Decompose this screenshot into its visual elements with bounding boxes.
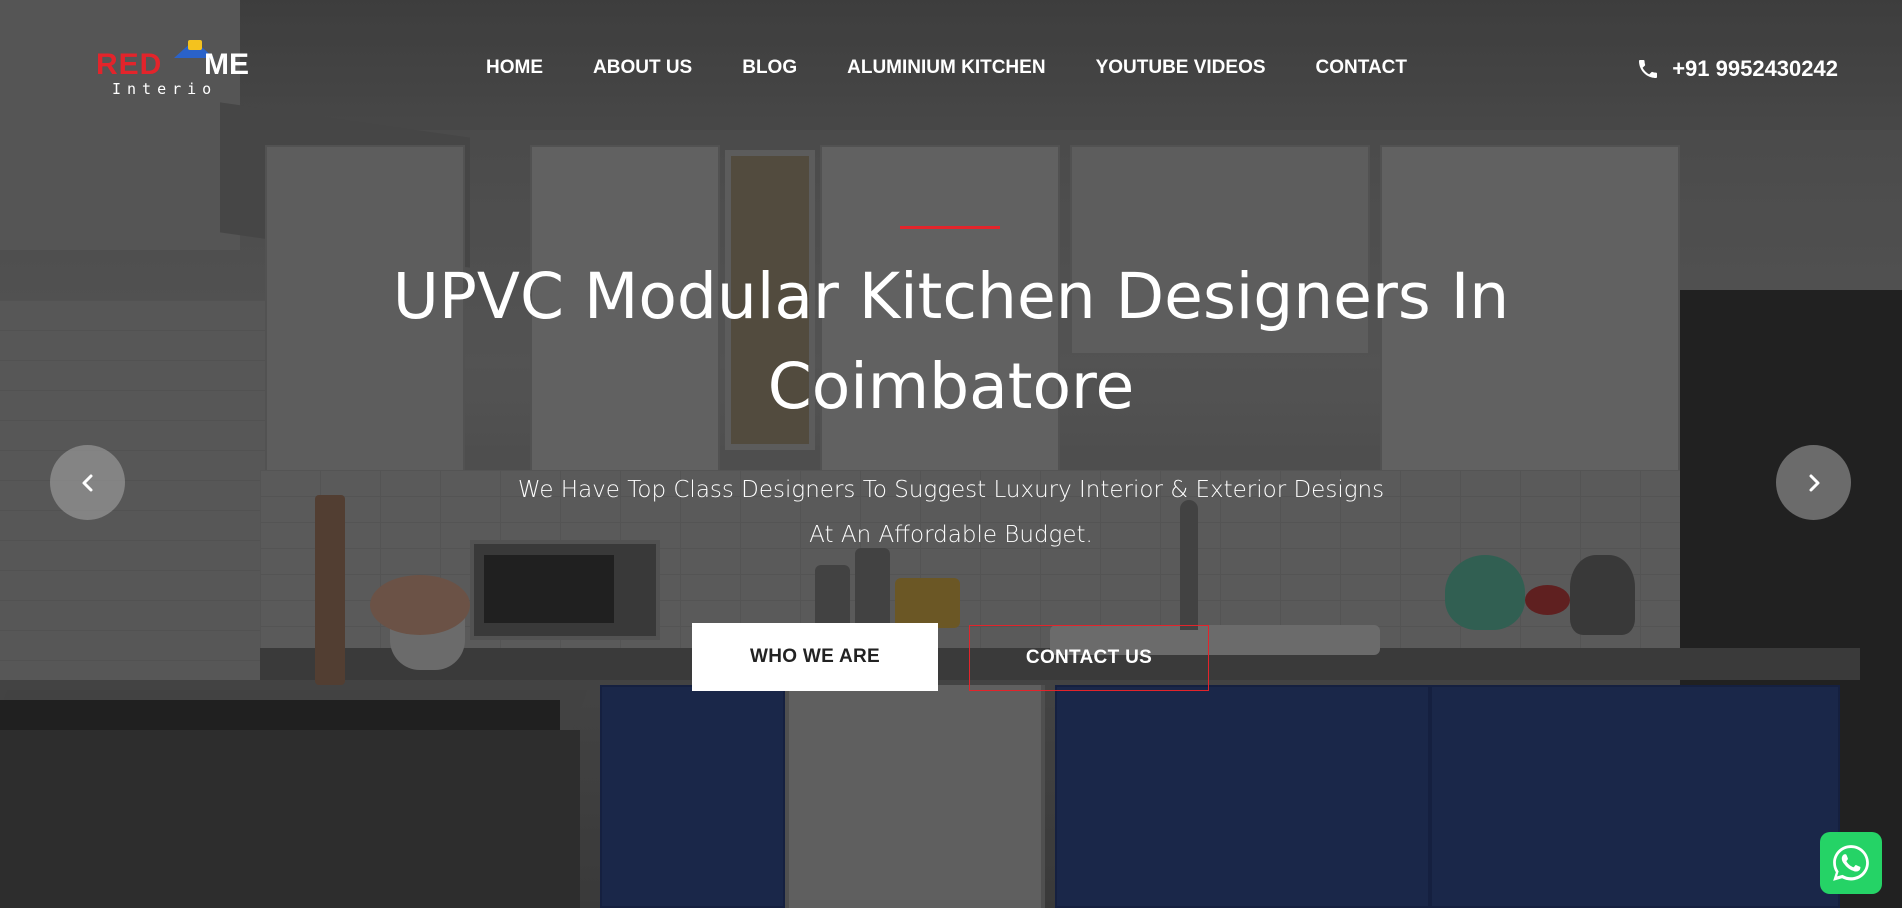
logo-text-me: ME: [204, 48, 249, 81]
slider-prev-button[interactable]: [50, 445, 125, 520]
logo-text-red: RED: [96, 48, 163, 81]
whatsapp-icon: [1833, 845, 1869, 881]
logo-subtext: Interio: [112, 80, 218, 98]
nav-item-contact[interactable]: CONTACT: [1316, 56, 1407, 80]
nav-item-blog[interactable]: BLOG: [742, 56, 797, 80]
phone-number: +91 9952430242: [1672, 56, 1838, 81]
background-image: [0, 0, 1902, 908]
hero-title: UPVC Modular Kitchen Designers In Coimba…: [392, 260, 1510, 423]
site-header: RED ME Interio HOME ABOUT US BLOG ALUMIN…: [0, 0, 1902, 120]
phone-link[interactable]: +91 9952430242: [1636, 56, 1838, 82]
nav-item-home[interactable]: HOME: [486, 56, 543, 80]
hero-subtitle-line-2: At An Affordable Budget.: [809, 522, 1093, 548]
phone-icon: [1639, 60, 1658, 78]
logo[interactable]: RED ME Interio: [96, 38, 256, 102]
whatsapp-button[interactable]: [1820, 832, 1882, 894]
chevron-left-icon: [82, 474, 92, 491]
slider-next-button[interactable]: [1776, 445, 1851, 520]
who-we-are-button[interactable]: WHO WE ARE: [692, 623, 938, 691]
nav-item-about-us[interactable]: ABOUT US: [593, 56, 692, 80]
logo-window-icon: [188, 40, 202, 50]
contact-us-button[interactable]: CONTACT US: [969, 625, 1209, 691]
chevron-right-icon: [1809, 474, 1819, 491]
nav-item-aluminium-kitchen[interactable]: ALUMINIUM KITCHEN: [847, 56, 1045, 80]
hero-slider: RED ME Interio HOME ABOUT US BLOG ALUMIN…: [0, 0, 1902, 908]
hero-subtitle: We Have Top Class Designers To Suggest L…: [481, 468, 1421, 558]
main-nav: HOME ABOUT US BLOG ALUMINIUM KITCHEN YOU…: [486, 56, 1407, 80]
nav-item-youtube-videos[interactable]: YOUTUBE VIDEOS: [1096, 56, 1266, 80]
hero-subtitle-line-1: We Have Top Class Designers To Suggest L…: [517, 477, 1385, 503]
title-accent-line: [900, 226, 1000, 229]
